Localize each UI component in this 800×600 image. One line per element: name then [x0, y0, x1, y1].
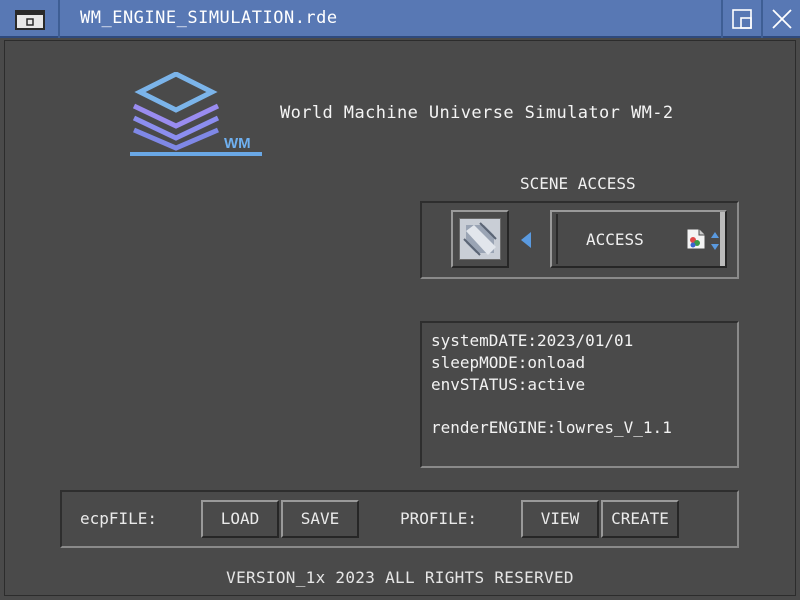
status-line-system-date: systemDATE:2023/01/01	[431, 331, 634, 350]
close-button[interactable]	[761, 0, 800, 38]
window-menu-button[interactable]	[0, 0, 60, 38]
load-button[interactable]: LOAD	[201, 500, 279, 538]
close-icon	[772, 9, 792, 29]
window-menu-icon	[15, 10, 45, 30]
save-button[interactable]: SAVE	[281, 500, 359, 538]
scene-access-select[interactable]: ACCESS	[550, 210, 727, 268]
ecp-file-label: ecpFILE:	[80, 509, 158, 528]
status-line-render-engine: renderENGINE:lowres_V_1.1	[431, 418, 672, 437]
window-title: WM_ENGINE_SIMULATION.rde	[80, 8, 338, 28]
access-select-value: ACCESS	[586, 230, 644, 249]
scene-image-button[interactable]	[451, 210, 509, 268]
system-status-panel: systemDATE:2023/01/01 sleepMODE:onload e…	[420, 321, 739, 468]
scene-access-label: SCENE ACCESS	[520, 174, 636, 193]
spinner-arrows-icon[interactable]	[710, 231, 720, 251]
copyright-footer: VERSION_1x 2023 ALL RIGHTS RESERVED	[226, 568, 574, 587]
maximize-icon	[732, 9, 752, 29]
document-icon	[686, 228, 706, 250]
logo-text: WM	[224, 135, 251, 152]
app-title: World Machine Universe Simulator WM-2	[280, 103, 674, 123]
maximize-button[interactable]	[721, 0, 760, 38]
arrow-left-icon[interactable]	[520, 231, 532, 249]
select-right-edge	[720, 212, 725, 266]
broken-image-icon	[463, 222, 497, 256]
title-bar: WM_ENGINE_SIMULATION.rde	[0, 0, 800, 38]
create-button[interactable]: CREATE	[601, 500, 679, 538]
view-button[interactable]: VIEW	[521, 500, 599, 538]
status-line-env-status: envSTATUS:active	[431, 375, 586, 394]
profile-label: PROFILE:	[400, 509, 478, 528]
status-line-sleep-mode: sleepMODE:onload	[431, 353, 586, 372]
wm-logo: WM	[128, 71, 264, 162]
